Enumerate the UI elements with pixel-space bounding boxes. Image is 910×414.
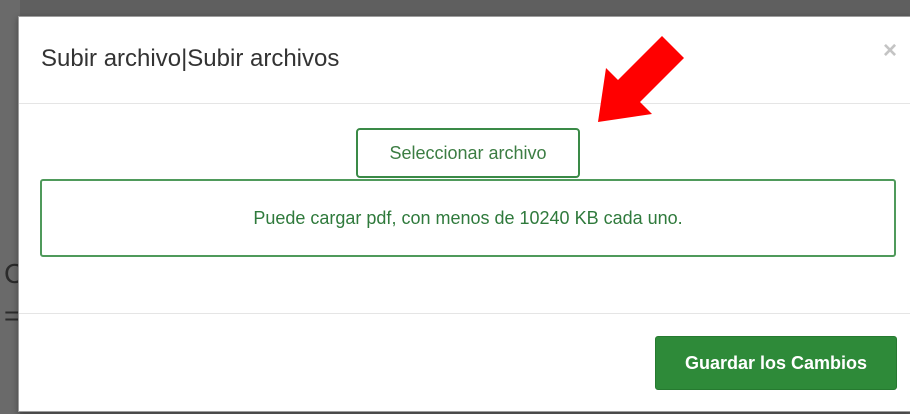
modal-body: Seleccionar archivo Puede cargar pdf, co… xyxy=(19,104,910,312)
select-file-button[interactable]: Seleccionar archivo xyxy=(356,128,580,178)
modal-header: Subir archivo|Subir archivos × xyxy=(19,17,910,104)
close-icon[interactable]: × xyxy=(883,39,897,63)
red-arrow-icon xyxy=(598,36,684,122)
modal-title: Subir archivo|Subir archivos xyxy=(41,45,340,72)
modal-footer: Guardar los Cambios xyxy=(19,313,910,412)
upload-modal: Subir archivo|Subir archivos × Seleccion… xyxy=(18,16,910,412)
upload-info-text: Puede cargar pdf, con menos de 10240 KB … xyxy=(253,207,683,228)
save-changes-button[interactable]: Guardar los Cambios xyxy=(655,336,897,390)
upload-info-alert: Puede cargar pdf, con menos de 10240 KB … xyxy=(40,179,896,257)
page-backdrop: C = xyxy=(0,0,24,414)
